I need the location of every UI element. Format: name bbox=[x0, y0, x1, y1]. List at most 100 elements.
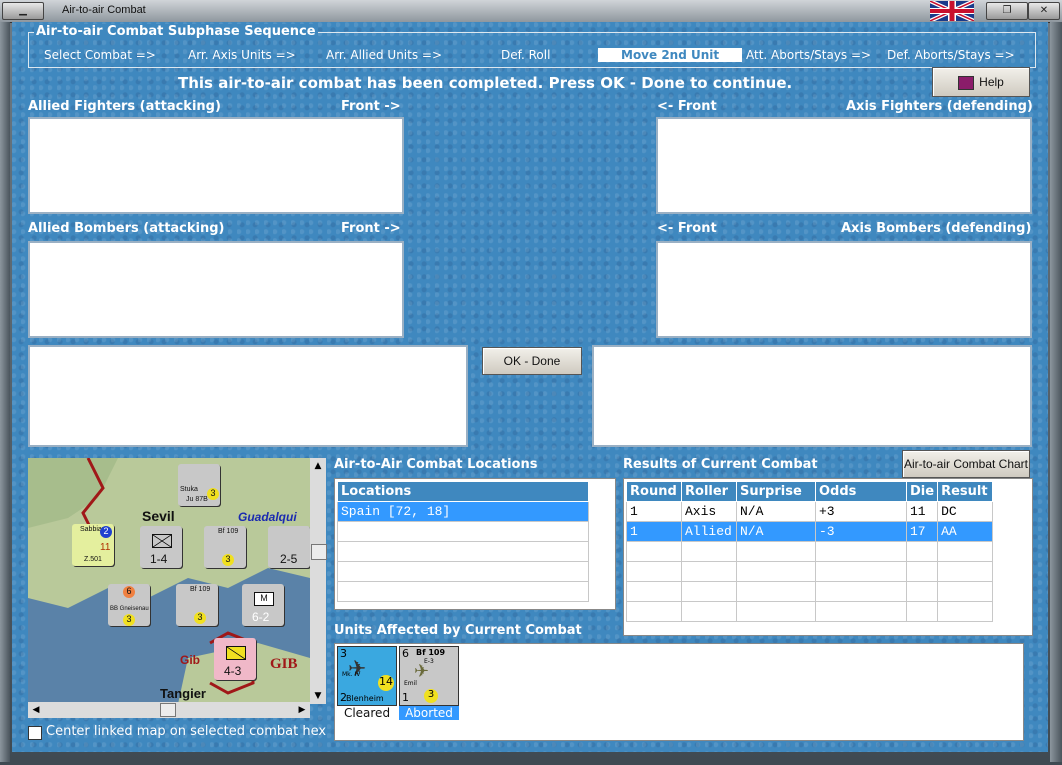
location-row[interactable]: Spain [72, 18] bbox=[337, 501, 589, 522]
cell: Allied bbox=[681, 521, 737, 542]
combat-panel: Air-to-air Combat Subphase Sequence Sele… bbox=[12, 22, 1048, 752]
cell bbox=[905, 601, 939, 622]
axis-fighters-front-label: <- Front bbox=[657, 99, 717, 114]
scroll-thumb[interactable] bbox=[311, 544, 327, 560]
unit-range: 14 bbox=[378, 675, 394, 691]
center-map-checkbox[interactable] bbox=[28, 726, 42, 740]
map-label-guadalqui: Guadalqui bbox=[238, 510, 297, 524]
unit-bottom-value: 1 bbox=[402, 691, 409, 704]
units-affected-title: Units Affected by Current Combat bbox=[334, 623, 582, 638]
counter-model: Z.501 bbox=[84, 556, 102, 563]
location-row[interactable] bbox=[337, 561, 589, 582]
cell: N/A bbox=[736, 501, 816, 522]
allied-bombers-box[interactable] bbox=[28, 241, 404, 338]
table-row[interactable] bbox=[626, 601, 994, 622]
map-horizontal-scrollbar[interactable]: ◀ ▶ bbox=[28, 702, 310, 718]
help-button[interactable]: Help bbox=[932, 67, 1030, 97]
cell bbox=[681, 541, 737, 562]
table-row[interactable] bbox=[626, 561, 994, 582]
cell bbox=[681, 581, 737, 602]
cell: DC bbox=[937, 501, 994, 522]
cell bbox=[905, 541, 939, 562]
scroll-left-arrow-icon[interactable]: ◀ bbox=[28, 702, 44, 718]
cell bbox=[626, 601, 682, 622]
counter-value-a: 2 bbox=[100, 526, 112, 538]
axis-fighters-box[interactable] bbox=[656, 117, 1032, 214]
unit-name: Blenheim bbox=[346, 694, 384, 703]
unit-sub: Emil bbox=[404, 680, 417, 687]
cell: 1 bbox=[626, 521, 682, 542]
axis-bombers-box[interactable] bbox=[656, 241, 1032, 338]
center-map-checkbox-label: Center linked map on selected combat hex bbox=[46, 724, 327, 739]
cell bbox=[681, 561, 737, 582]
table-row[interactable] bbox=[626, 541, 994, 562]
location-row[interactable] bbox=[337, 521, 589, 542]
locations-header: Locations bbox=[337, 481, 589, 502]
results-title: Results of Current Combat bbox=[623, 457, 818, 472]
table-row[interactable] bbox=[626, 581, 994, 602]
map-counter-xxx-4-3[interactable]: 4-3 bbox=[214, 638, 256, 680]
ok-done-button[interactable]: OK - Done bbox=[482, 347, 582, 375]
results-table: Round Roller Surprise Odds Die Result 1 … bbox=[623, 478, 1033, 636]
seq-move-2nd-unit: Move 2nd Unit bbox=[598, 48, 743, 62]
locations-title: Air-to-Air Combat Locations bbox=[334, 457, 538, 472]
cell: +3 bbox=[815, 501, 907, 522]
allied-fighters-box[interactable] bbox=[28, 117, 404, 214]
cell bbox=[626, 541, 682, 562]
map-counter-sabbiano[interactable]: Sabbiano 2 11 Z.501 bbox=[72, 524, 114, 566]
scroll-thumb[interactable] bbox=[160, 703, 176, 717]
map-counter-1st-motr[interactable]: 2-5 bbox=[268, 526, 310, 568]
counter-name: Stuka bbox=[180, 486, 198, 493]
location-row[interactable] bbox=[337, 541, 589, 562]
cell bbox=[937, 601, 994, 622]
counter-range: 3 bbox=[123, 614, 135, 626]
map-counter-bf109-e3[interactable]: Bf 109 3 bbox=[204, 526, 246, 568]
airplane-icon: ✈ bbox=[348, 657, 367, 682]
map-counter-stuka[interactable]: Stuka Ju 87B 3 bbox=[178, 464, 220, 506]
locations-list[interactable]: Locations Spain [72, 18] bbox=[334, 478, 616, 610]
right-border bbox=[1050, 22, 1062, 762]
results-header-result: Result bbox=[937, 481, 994, 502]
left-border bbox=[0, 22, 10, 762]
map-counter-bf109-e1[interactable]: Bf 109 3 bbox=[176, 584, 218, 626]
cell bbox=[905, 581, 939, 602]
linked-map[interactable]: Sevil Guadalqui Gib GIB Tangier Stuka Ju… bbox=[28, 458, 310, 704]
scroll-up-arrow-icon[interactable]: ▲ bbox=[310, 458, 326, 474]
map-label-tangier: Tangier bbox=[160, 686, 206, 701]
results-header-die: Die bbox=[905, 481, 939, 502]
counter-value: 6-2 bbox=[252, 610, 270, 624]
table-row[interactable]: 1 Axis N/A +3 11 DC bbox=[626, 501, 994, 522]
allied-fighters-front-label: Front -> bbox=[341, 99, 401, 114]
unit-top-value: 6 bbox=[402, 647, 409, 660]
table-row[interactable]: 1 Allied N/A -3 17 AA bbox=[626, 521, 994, 542]
air-to-air-combat-chart-button[interactable]: Air-to-air Combat Chart bbox=[902, 450, 1030, 478]
unit-card-blenheim[interactable]: 3 ✈ Mk. IV 14 2 Blenheim bbox=[337, 646, 397, 706]
close-button[interactable]: ✕ bbox=[1028, 2, 1060, 20]
cell bbox=[815, 561, 907, 582]
minimize-button[interactable]: ▁ bbox=[2, 2, 44, 20]
cell: 17 bbox=[905, 521, 939, 542]
seq-arr-allied-units: Arr. Allied Units => bbox=[326, 48, 443, 62]
book-icon bbox=[958, 75, 975, 90]
cell bbox=[815, 601, 907, 622]
map-counter-gneisenau[interactable]: 6 BB Gneisenau 3 bbox=[108, 584, 150, 626]
cell bbox=[736, 541, 816, 562]
units-affected-box: 3 ✈ Mk. IV 14 2 Blenheim Cleared 6 Bf 10… bbox=[334, 643, 1024, 741]
map-counter-3rd-inf[interactable]: 1-4 bbox=[140, 526, 182, 568]
axis-bombers-front-label: <- Front bbox=[657, 221, 717, 236]
unit-top-value: 3 bbox=[340, 647, 347, 660]
map-vertical-scrollbar[interactable]: ▲ ▼ bbox=[310, 458, 327, 704]
map-label-gib-caps: GIB bbox=[270, 656, 298, 672]
unit-status-cleared: Cleared bbox=[343, 706, 391, 720]
scroll-right-arrow-icon[interactable]: ▶ bbox=[294, 702, 310, 718]
restore-button[interactable]: ❐ bbox=[986, 2, 1028, 20]
scroll-down-arrow-icon[interactable]: ▼ bbox=[310, 688, 326, 704]
location-row[interactable] bbox=[337, 581, 589, 602]
counter-model: Ju 87B bbox=[186, 496, 208, 503]
counter-value: 6 bbox=[123, 586, 135, 598]
unit-status-aborted: Aborted bbox=[399, 706, 459, 720]
cell bbox=[736, 581, 816, 602]
cell bbox=[736, 561, 816, 582]
unit-card-bf109[interactable]: 6 Bf 109 E-3 ✈ Emil 1 3 bbox=[399, 646, 459, 706]
map-counter-xxx-6-2[interactable]: M 6-2 bbox=[242, 584, 284, 626]
